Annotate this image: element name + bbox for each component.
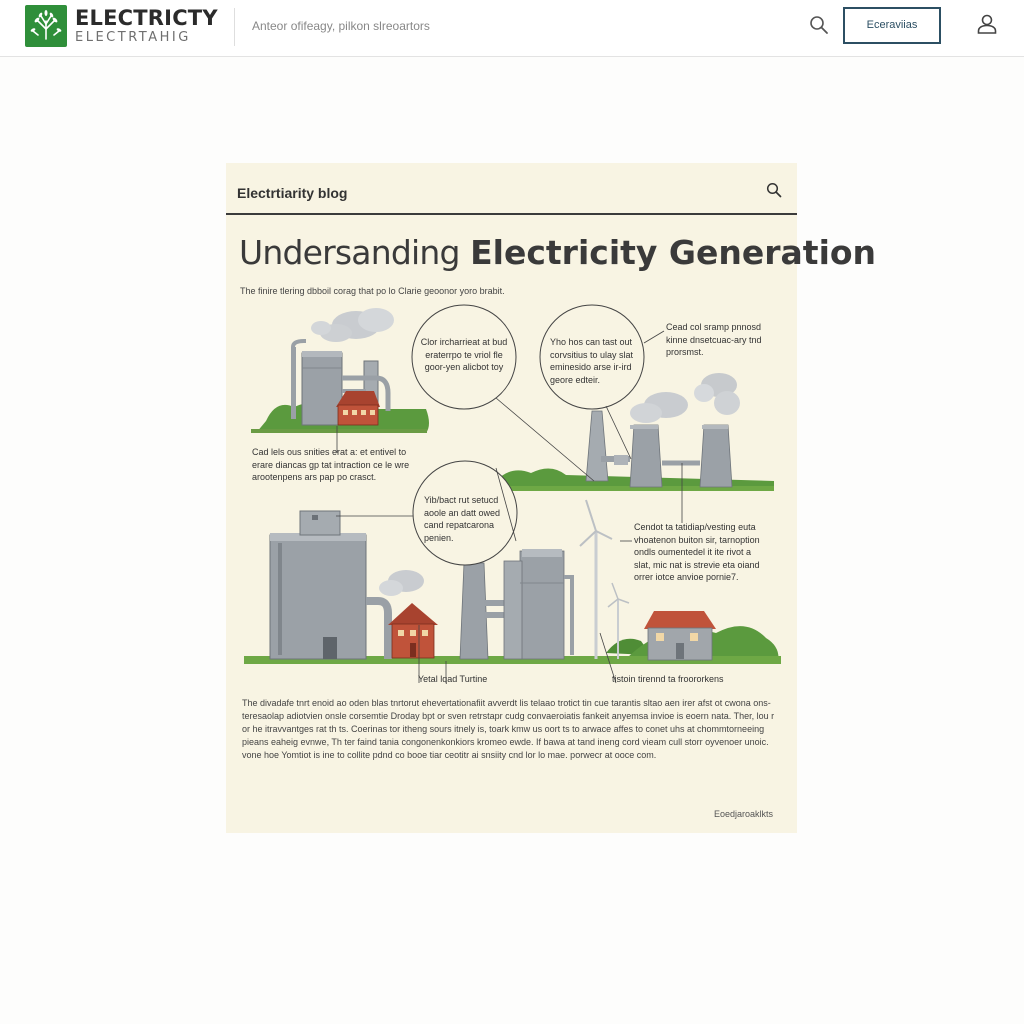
callout-circle-2: Yho hos can tast out corvsitius to ulay … (550, 336, 646, 386)
label-transformers: tistoin tirennd ta froororkens (612, 674, 724, 684)
article-body: The divadafe tnrt enoid ao oden blas tnr… (242, 697, 782, 762)
search-icon[interactable] (809, 15, 829, 35)
top-left-plant (251, 308, 429, 453)
brand-title: ELECTRICTY (75, 6, 218, 30)
user-icon[interactable] (976, 13, 998, 35)
leaf-logo-icon[interactable] (25, 5, 67, 47)
callout-right-top: Cead col sramp pnnosd kinne dnsetcuac-ar… (666, 321, 762, 359)
blog-card: Electrtiarity blog Undersanding Electric… (226, 163, 876, 833)
callout-left-top: Cad lels ous snities erat a: et entivel … (252, 446, 409, 484)
callout-text: Yib/bact rut setucd aoole an datt owed c… (424, 495, 501, 543)
callout-text: Clor ircharrieat at bud eraterrpo te vri… (420, 337, 508, 372)
callout-text: Yho hos can tast out corvsitius to ulay … (550, 337, 634, 385)
header-action-button[interactable]: Eceraviias (843, 7, 941, 44)
callout-right-bottom: Cendot ta tatidiap/vesting euta vhoateno… (634, 521, 760, 584)
callout-circle-1: Clor ircharrieat at bud eraterrpo te vri… (414, 336, 514, 374)
header-tagline: Anteor ofifeagy, pilkon slreoartors (252, 19, 430, 33)
power-plant-illustration (244, 304, 781, 684)
header-divider (234, 8, 235, 46)
top-navbar: ELECTRICTY ELECTRTAHIG Anteor ofifeagy, … (0, 0, 1024, 57)
callout-text: Cead col sramp pnnosd kinne dnsetcuac-ar… (666, 322, 762, 357)
callout-text: Cendot ta tatidiap/vesting euta vhoateno… (634, 522, 760, 582)
callout-circle-3: Yib/bact rut setucd aoole an datt owed c… (424, 494, 512, 544)
label-turbine: Yetal lqad Turtine (418, 674, 488, 684)
top-right-plant (491, 373, 774, 523)
card-footnote: Eoedjaroaklkts (714, 809, 774, 819)
callout-text: Cad lels ous snities erat a: et entivel … (252, 447, 410, 482)
brand-subtitle: ELECTRTAHIG (75, 30, 191, 45)
article-paragraph: The divadafe tnrt enoid ao oden blas tnr… (242, 698, 775, 760)
